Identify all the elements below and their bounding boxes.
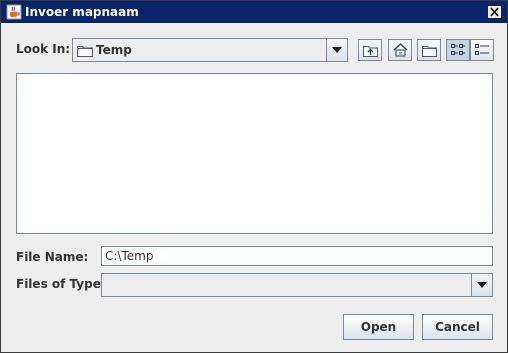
look-in-label: Look In: — [16, 42, 71, 56]
details-view-icon — [475, 44, 489, 55]
folder-icon — [77, 44, 93, 60]
new-folder-icon — [422, 46, 437, 57]
look-in-combo[interactable]: Temp — [72, 38, 348, 62]
chevron-down-icon — [477, 282, 487, 288]
cancel-button[interactable]: Cancel — [422, 314, 493, 340]
file-name-input[interactable] — [101, 246, 493, 266]
look-in-value: Temp — [96, 43, 132, 57]
home-icon — [393, 43, 408, 57]
up-one-level-button[interactable] — [358, 39, 382, 61]
files-of-type-dropdown-button[interactable] — [471, 274, 492, 296]
details-view-button[interactable] — [470, 39, 494, 61]
file-chooser-dialog: Invoer mapnaam Look In: Temp File Name: … — [0, 0, 508, 353]
open-button[interactable]: Open — [343, 314, 414, 340]
close-icon — [490, 7, 499, 17]
list-view-icon — [451, 44, 465, 55]
list-view-button[interactable] — [446, 39, 470, 61]
up-folder-icon — [363, 46, 378, 57]
java-cup-icon — [6, 4, 22, 20]
new-folder-button[interactable] — [417, 39, 441, 61]
file-list[interactable] — [16, 73, 493, 234]
home-button[interactable] — [388, 39, 412, 61]
files-of-type-label: Files of Type: — [16, 277, 106, 291]
close-button[interactable] — [487, 5, 502, 19]
window-title: Invoer mapnaam — [25, 5, 139, 19]
look-in-dropdown-button[interactable] — [326, 39, 347, 61]
file-name-label: File Name: — [16, 250, 89, 264]
files-of-type-combo[interactable] — [101, 273, 493, 297]
title-bar[interactable]: Invoer mapnaam — [1, 1, 507, 23]
chevron-down-icon — [332, 47, 342, 53]
